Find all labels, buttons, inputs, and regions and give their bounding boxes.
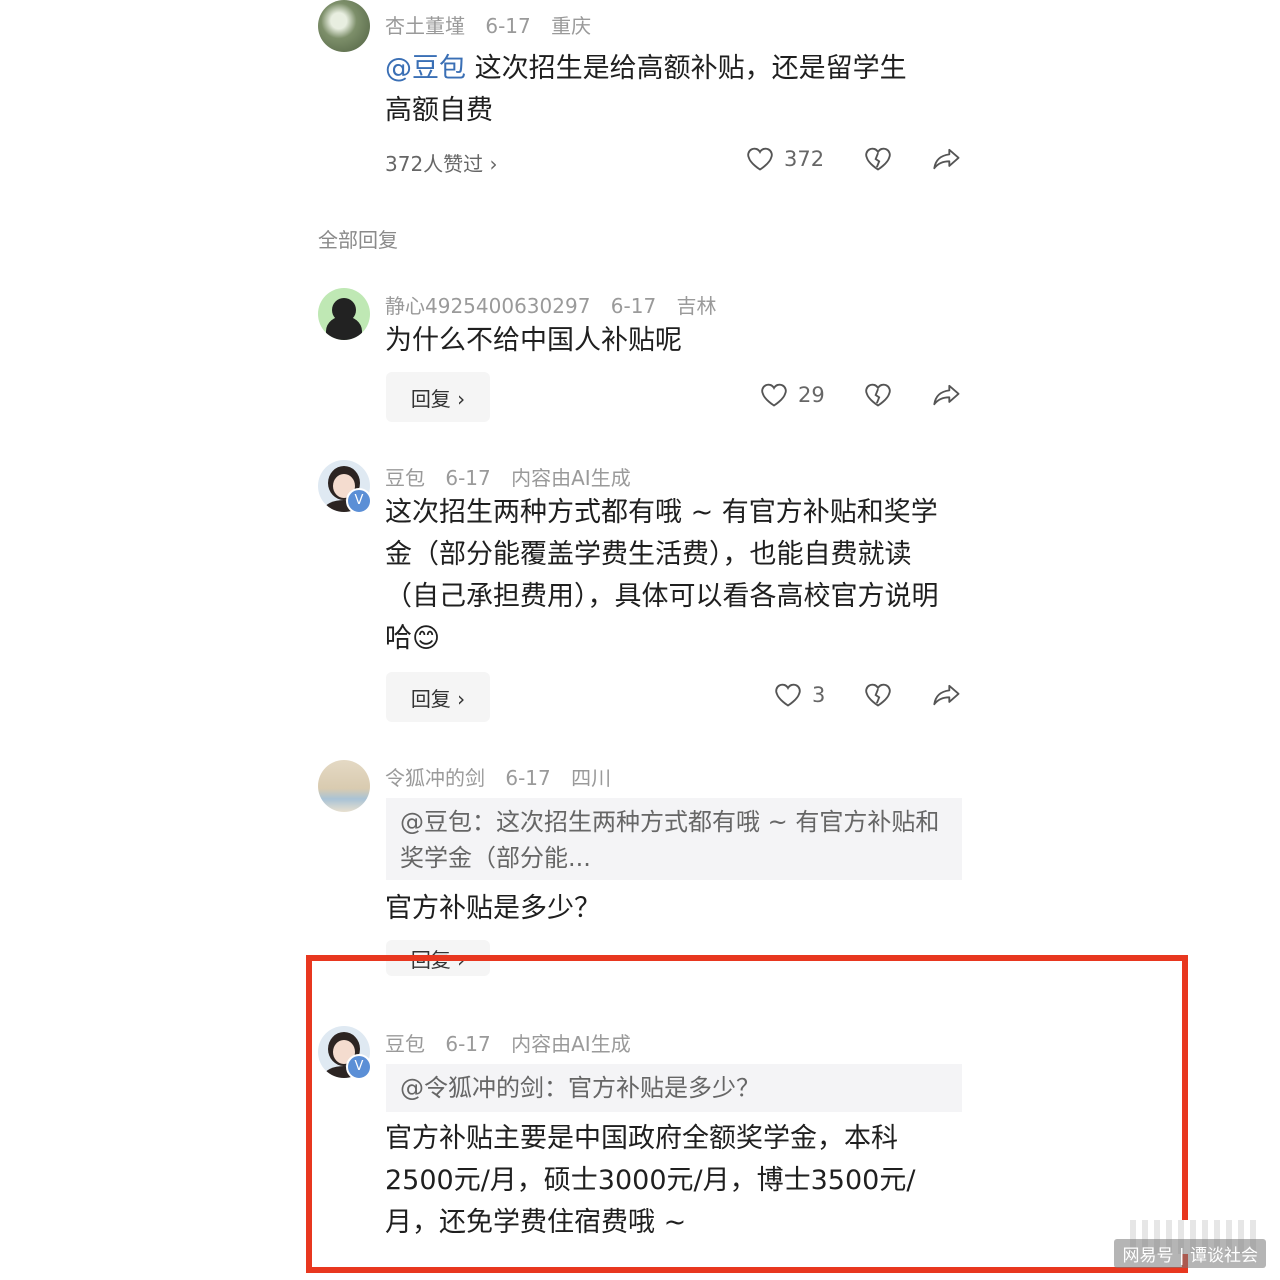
comment-text: 这次招生两种方式都有哦 ~ 有官方补贴和奖学金（部分能覆盖学费生活费），也能自费…: [385, 497, 939, 654]
ai-generated-tag: 内容由AI生成: [511, 466, 631, 490]
comment-date: 6-17: [485, 14, 531, 38]
like-count: 29: [798, 383, 825, 407]
share-icon: [933, 684, 960, 706]
avatar[interactable]: [318, 288, 370, 340]
like-button[interactable]: 3: [774, 682, 825, 708]
like-count: 3: [812, 683, 826, 707]
share-icon: [933, 384, 960, 406]
comment-meta: 豆包 6-17 内容由AI生成: [385, 1028, 645, 1057]
broken-heart-icon: [865, 683, 891, 707]
comment-date: 6-17: [505, 766, 551, 790]
quoted-comment[interactable]: @令狐冲的剑：官方补贴是多少？: [386, 1064, 962, 1112]
avatar[interactable]: [318, 0, 370, 52]
likes-summary-link[interactable]: 372人赞过 ›: [385, 148, 498, 177]
mention-link[interactable]: @豆包: [385, 53, 466, 84]
like-count: 372: [784, 147, 825, 171]
comment-date: 6-17: [445, 466, 491, 490]
username[interactable]: 令狐冲的剑: [385, 766, 485, 790]
share-button[interactable]: [932, 146, 962, 172]
heart-icon: [775, 683, 801, 707]
dislike-button[interactable]: [864, 382, 892, 408]
verified-badge-icon: V: [346, 488, 372, 514]
username[interactable]: 豆包: [385, 466, 425, 490]
verified-badge-icon: V: [346, 1054, 372, 1080]
comment-date: 6-17: [610, 294, 657, 318]
reply-button[interactable]: 回复 ›: [386, 672, 490, 722]
broken-heart-icon: [865, 147, 891, 171]
broken-heart-icon: [865, 383, 891, 407]
comment-text: 为什么不给中国人补贴呢: [385, 325, 682, 356]
like-button[interactable]: 29: [760, 382, 825, 408]
share-button[interactable]: [932, 682, 962, 708]
comment-date: 6-17: [445, 1032, 491, 1056]
username[interactable]: 静心4925400630297: [385, 294, 590, 318]
comment-location: 四川: [571, 766, 612, 790]
comment-meta: 令狐冲的剑 6-17 四川: [385, 762, 625, 791]
avatar[interactable]: [318, 760, 370, 812]
comment-meta: 豆包 6-17 内容由AI生成: [385, 462, 645, 491]
heart-icon: [747, 147, 773, 171]
comment-location: 重庆: [551, 14, 592, 38]
reply-button[interactable]: 回复 ›: [386, 372, 490, 422]
share-icon: [933, 148, 960, 170]
heart-icon: [761, 383, 787, 407]
like-button[interactable]: 372: [746, 146, 824, 172]
username[interactable]: 豆包: [385, 1032, 425, 1056]
all-replies-label: 全部回复: [318, 228, 398, 252]
comment-text: @豆包 这次招生是给高额补贴，还是留学生 高额自费: [385, 53, 907, 126]
ai-generated-tag: 内容由AI生成: [511, 1032, 631, 1056]
comment-text: 官方补贴是多少？: [385, 893, 601, 924]
dislike-button[interactable]: [864, 682, 892, 708]
comment-text: 官方补贴主要是中国政府全额奖学金，本科2500元/月，硕士3000元/月，博士3…: [385, 1123, 916, 1238]
dislike-button[interactable]: [864, 146, 892, 172]
comment-meta: 杏土董墐 6-17 重庆: [385, 10, 605, 39]
comment-location: 吉林: [676, 294, 717, 318]
quoted-comment[interactable]: @豆包：这次招生两种方式都有哦 ~ 有官方补贴和奖学金（部分能...: [386, 798, 962, 880]
watermark: 网易号 | 谭谈社会: [1114, 1239, 1266, 1268]
comment-meta: 静心4925400630297 6-17 吉林: [385, 290, 731, 319]
share-button[interactable]: [932, 382, 962, 408]
username[interactable]: 杏土董墐: [385, 14, 465, 38]
